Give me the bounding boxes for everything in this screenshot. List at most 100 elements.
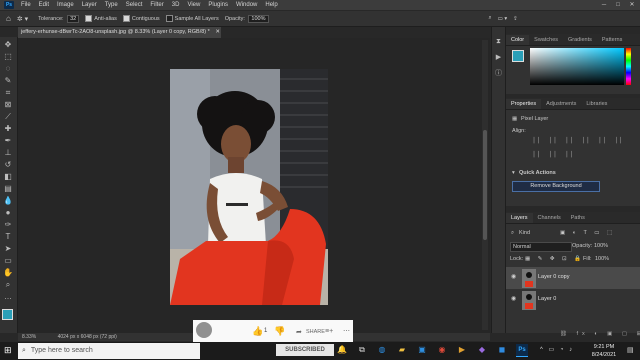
lasso-tool-icon[interactable]: ◌ [3, 64, 13, 74]
dislike-icon[interactable]: 👎 [274, 326, 285, 337]
menu-select[interactable]: Select [122, 0, 147, 10]
layer-name[interactable]: Layer 0 copy [538, 274, 570, 280]
chevron-down-icon[interactable]: ▾ [512, 170, 515, 176]
share-label[interactable]: SHARE [306, 329, 325, 335]
healing-brush-tool-icon[interactable]: ✚ [3, 124, 13, 134]
history-brush-tool-icon[interactable]: ↺ [3, 160, 13, 170]
tab-adjustments[interactable]: Adjustments [541, 99, 581, 109]
fill-input[interactable]: 100% [595, 256, 609, 262]
remove-background-button[interactable]: Remove Background [512, 181, 600, 192]
more-options-icon[interactable]: ⋯ [343, 327, 350, 335]
zoom-level[interactable]: 8.33% [22, 334, 36, 340]
move-tool-icon[interactable]: ✥ [3, 40, 13, 50]
quick-selection-tool-icon[interactable]: ✎ [3, 76, 13, 86]
document-tab[interactable]: jeffery-erhunse-dBwrTc-2AO8-unsplash.jpg… [18, 27, 221, 38]
gradient-tool-icon[interactable]: ▤ [3, 184, 13, 194]
visibility-eye-icon[interactable]: ◉ [511, 274, 517, 280]
rectangle-tool-icon[interactable]: ▭ [3, 256, 13, 266]
close-icon[interactable]: ✕ [625, 0, 639, 10]
layer-filter-icons[interactable]: ▣ ◐ T ▭ ⬚ [560, 230, 615, 236]
info-panel-icon[interactable]: ⓘ [494, 69, 503, 78]
magic-wand-icon[interactable]: ✲ ▾ [17, 15, 28, 23]
sample-all-layers-checkbox[interactable]: Sample All Layers [165, 15, 219, 22]
workspace-icon[interactable]: ▭ ▾ [498, 16, 508, 22]
store-icon[interactable]: ▣ [416, 344, 428, 356]
foreground-color-chip[interactable] [512, 50, 524, 62]
layer-row-layer-0-copy[interactable]: ◉ Layer 0 copy [506, 267, 640, 289]
layer-name[interactable]: Layer 0 [538, 296, 556, 302]
tab-channels[interactable]: Channels [533, 213, 566, 223]
photoshop-logo[interactable]: Ps [4, 1, 14, 9]
dodge-tool-icon[interactable]: ● [3, 208, 13, 218]
foreground-color-swatch[interactable] [2, 309, 13, 320]
menu-plugins[interactable]: Plugins [204, 0, 232, 10]
scrollbar-thumb[interactable] [483, 130, 487, 240]
like-icon[interactable]: 👍 [252, 326, 263, 337]
marquee-tool-icon[interactable]: ⬚ [3, 52, 13, 62]
tab-properties[interactable]: Properties [506, 99, 542, 109]
menu-help[interactable]: Help [261, 0, 281, 10]
menu-image[interactable]: Image [53, 0, 78, 10]
layer-actions-icons[interactable]: ⛓ fx ◐ ▣ ▢ ⊞ 🗑 [560, 331, 640, 337]
menu-3d[interactable]: 3D [168, 0, 184, 10]
distribute-icons[interactable]: ▕▏▕▏▕▏ [530, 152, 579, 158]
menu-layer[interactable]: Layer [78, 0, 101, 10]
blur-tool-icon[interactable]: 💧 [3, 196, 13, 206]
layer-row-layer-0[interactable]: ◉ Layer 0 [506, 289, 640, 311]
actions-panel-icon[interactable]: ▶ [494, 53, 503, 62]
document-canvas-image[interactable] [170, 69, 328, 305]
layer-opacity-input[interactable]: 100% [594, 243, 608, 249]
photoshop-taskbar-icon[interactable]: Ps [516, 344, 528, 357]
tab-swatches[interactable]: Swatches [529, 35, 563, 45]
minimize-icon[interactable]: ─ [597, 0, 611, 10]
menu-edit[interactable]: Edit [35, 0, 53, 10]
notification-bell-icon[interactable]: 🔔 [337, 345, 347, 354]
visibility-eye-icon[interactable]: ◉ [511, 296, 517, 302]
share-icon[interactable]: ⇪ [513, 16, 518, 22]
tab-color[interactable]: Color [506, 35, 530, 45]
menu-view[interactable]: View [183, 0, 204, 10]
app-icon[interactable]: ◼ [496, 344, 508, 356]
menu-window[interactable]: Window [232, 0, 261, 10]
menu-file[interactable]: File [17, 0, 35, 10]
zoom-tool-icon[interactable]: ⌕ [3, 280, 13, 290]
lock-icons[interactable]: ▦ ✎ ✥ ⊡ 🔒 [525, 256, 584, 262]
tab-paths[interactable]: Paths [566, 213, 590, 223]
taskbar-clock[interactable]: 9:21 PM 8/24/2021 [586, 343, 622, 359]
tab-gradients[interactable]: Gradients [563, 35, 597, 45]
system-tray-icons[interactable]: ^ ▭ ◔ ♪ [540, 346, 574, 353]
document-dimensions[interactable]: 4024 px x 6048 px (72 ppi) [58, 334, 117, 340]
hue-slider[interactable] [626, 48, 631, 85]
close-tab-icon[interactable]: ✕ [215, 29, 220, 35]
pen-tool-icon[interactable]: ✑ [3, 220, 13, 230]
file-explorer-icon[interactable]: ▰ [396, 344, 408, 356]
share-icon[interactable]: ➦ [296, 328, 302, 336]
crop-tool-icon[interactable]: ⌗ [3, 88, 13, 98]
home-icon[interactable]: ⌂ [6, 14, 11, 23]
frame-tool-icon[interactable]: ⊠ [3, 100, 13, 110]
hand-tool-icon[interactable]: ✋ [3, 268, 13, 278]
tab-patterns[interactable]: Patterns [597, 35, 627, 45]
color-picker-field[interactable] [530, 48, 624, 85]
anti-alias-checkbox[interactable]: Anti-alias [85, 15, 117, 22]
eraser-tool-icon[interactable]: ◧ [3, 172, 13, 182]
chrome-browser-icon[interactable]: ◉ [436, 344, 448, 356]
history-panel-icon[interactable]: ⧗ [494, 37, 503, 46]
eyedropper-tool-icon[interactable]: ⟋ [3, 112, 13, 122]
opacity-input[interactable]: 100% [248, 14, 269, 23]
layer-filter-kind[interactable]: Kind [519, 230, 530, 236]
subscribed-button[interactable]: SUBSCRIBED [276, 344, 334, 356]
task-view-icon[interactable]: ⧉ [356, 344, 368, 356]
search-icon[interactable]: ⌕ [489, 15, 492, 22]
align-icons[interactable]: ▕▏▕▏▕▏▕▏▕▏▕▏ [530, 138, 629, 144]
menu-type[interactable]: Type [101, 0, 122, 10]
tab-layers[interactable]: Layers [506, 213, 533, 223]
menu-filter[interactable]: Filter [146, 0, 167, 10]
taskbar-search-box[interactable]: ⌕ Type here to search [18, 343, 200, 359]
brush-tool-icon[interactable]: ✒ [3, 136, 13, 146]
clone-stamp-tool-icon[interactable]: ⊥ [3, 148, 13, 158]
tab-libraries[interactable]: Libraries [581, 99, 612, 109]
contiguous-checkbox[interactable]: Contiguous [122, 15, 160, 22]
notifications-icon[interactable]: ▤ [627, 346, 634, 354]
edge-browser-icon[interactable]: ◍ [376, 344, 388, 356]
